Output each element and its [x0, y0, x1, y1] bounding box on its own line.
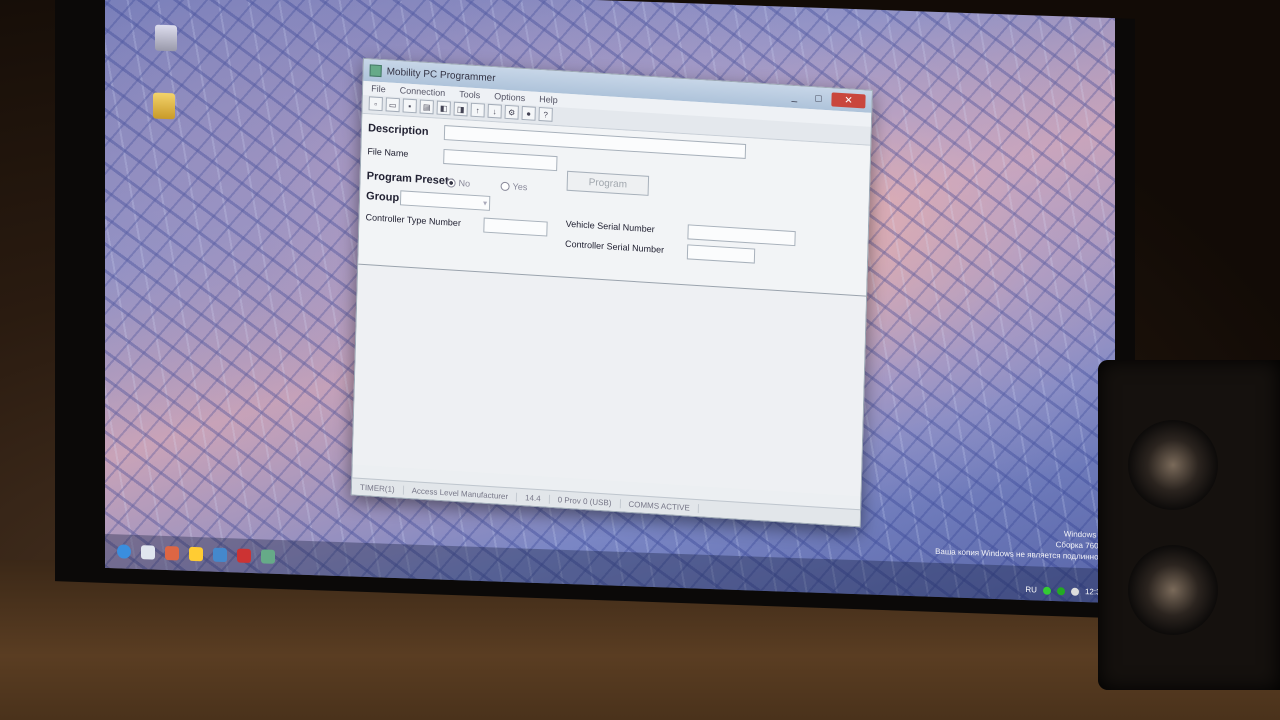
- status-version: 14.4: [517, 492, 550, 504]
- lock-icon[interactable]: ●: [521, 105, 536, 121]
- file-name-label: File Name: [367, 146, 409, 159]
- app-taskbar-icon[interactable]: [237, 548, 251, 563]
- browser-icon[interactable]: [213, 547, 227, 563]
- up-icon[interactable]: ↑: [470, 102, 485, 118]
- programmer-taskbar-icon[interactable]: [261, 549, 275, 564]
- controller-serial-label: Controller Serial Number: [564, 238, 665, 255]
- controller-type-field[interactable]: [483, 217, 548, 237]
- new-icon[interactable]: ▫: [368, 96, 383, 112]
- status-comms: COMMS ACTIVE: [620, 498, 699, 513]
- menu-connection[interactable]: Connection: [400, 85, 446, 98]
- write-icon[interactable]: ◨: [453, 101, 468, 117]
- group-select[interactable]: ▾: [399, 190, 491, 211]
- recycle-bin-icon[interactable]: [155, 24, 177, 52]
- speaker-tweeter: [1128, 420, 1218, 510]
- programming-form: Description File Name Program Program Pr…: [358, 113, 871, 297]
- preset-yes-label: Yes: [512, 181, 528, 193]
- programmer-window: Mobility PC Programmer _ □ ✕ File Connec…: [350, 57, 873, 528]
- program-presets-label: Program Presets: [366, 170, 455, 188]
- help-icon[interactable]: ?: [538, 106, 553, 122]
- radio-empty-icon: [500, 181, 510, 191]
- preset-no-label: No: [458, 177, 471, 189]
- menu-help[interactable]: Help: [539, 94, 558, 105]
- save-icon[interactable]: ▪: [402, 98, 417, 114]
- vehicle-serial-label: Vehicle Serial Number: [565, 218, 655, 235]
- activation-watermark: Windows 7 Сборка 7601 Ваша копия Windows…: [935, 524, 1103, 563]
- controller-type-label: Controller Type Number: [365, 212, 462, 229]
- desktop-screen: Mobility PC Programmer _ □ ✕ File Connec…: [105, 0, 1115, 604]
- menu-tools[interactable]: Tools: [459, 89, 480, 100]
- close-button[interactable]: ✕: [831, 92, 866, 109]
- monitor: Mobility PC Programmer _ □ ✕ File Connec…: [55, 0, 1135, 619]
- folder-icon[interactable]: [153, 92, 175, 120]
- controller-serial-field[interactable]: [686, 244, 756, 264]
- chevron-down-icon: ▾: [482, 198, 488, 208]
- menu-file[interactable]: File: [371, 83, 386, 94]
- menu-options[interactable]: Options: [494, 91, 525, 103]
- preset-yes-radio[interactable]: Yes: [500, 181, 528, 193]
- app-icon: [369, 64, 382, 78]
- shield-icon[interactable]: [1042, 586, 1051, 595]
- speaker-woofer: [1128, 545, 1218, 635]
- print-icon[interactable]: ▤: [419, 99, 434, 115]
- radio-selected-icon: [446, 177, 456, 188]
- preset-no-radio[interactable]: No: [446, 177, 471, 189]
- content-area: [352, 264, 867, 497]
- vehicle-serial-field[interactable]: [687, 224, 796, 247]
- group-label: Group: [365, 190, 400, 205]
- maximize-button[interactable]: □: [807, 91, 829, 106]
- language-indicator[interactable]: RU: [1025, 585, 1037, 594]
- down-icon[interactable]: ↓: [487, 103, 502, 119]
- volume-icon[interactable]: [1070, 587, 1079, 596]
- folder-taskbar-icon[interactable]: [189, 546, 203, 562]
- settings-icon[interactable]: ⚙: [504, 104, 519, 120]
- speaker: [1098, 360, 1280, 690]
- open-icon[interactable]: ▭: [385, 97, 400, 113]
- status-access-level: Access Level Manufacturer: [403, 485, 518, 502]
- read-icon[interactable]: ◧: [436, 100, 451, 116]
- network-icon[interactable]: [1056, 586, 1065, 595]
- minimize-button[interactable]: _: [783, 89, 805, 104]
- explorer-icon[interactable]: [141, 545, 155, 560]
- status-timer: TIMER(1): [351, 481, 404, 495]
- status-port: 0 Prov 0 (USB): [549, 494, 621, 508]
- start-button-icon[interactable]: [117, 544, 131, 559]
- media-icon[interactable]: [165, 545, 179, 561]
- description-label: Description: [367, 122, 429, 139]
- file-name-field[interactable]: [443, 148, 558, 172]
- program-button[interactable]: Program: [566, 170, 650, 196]
